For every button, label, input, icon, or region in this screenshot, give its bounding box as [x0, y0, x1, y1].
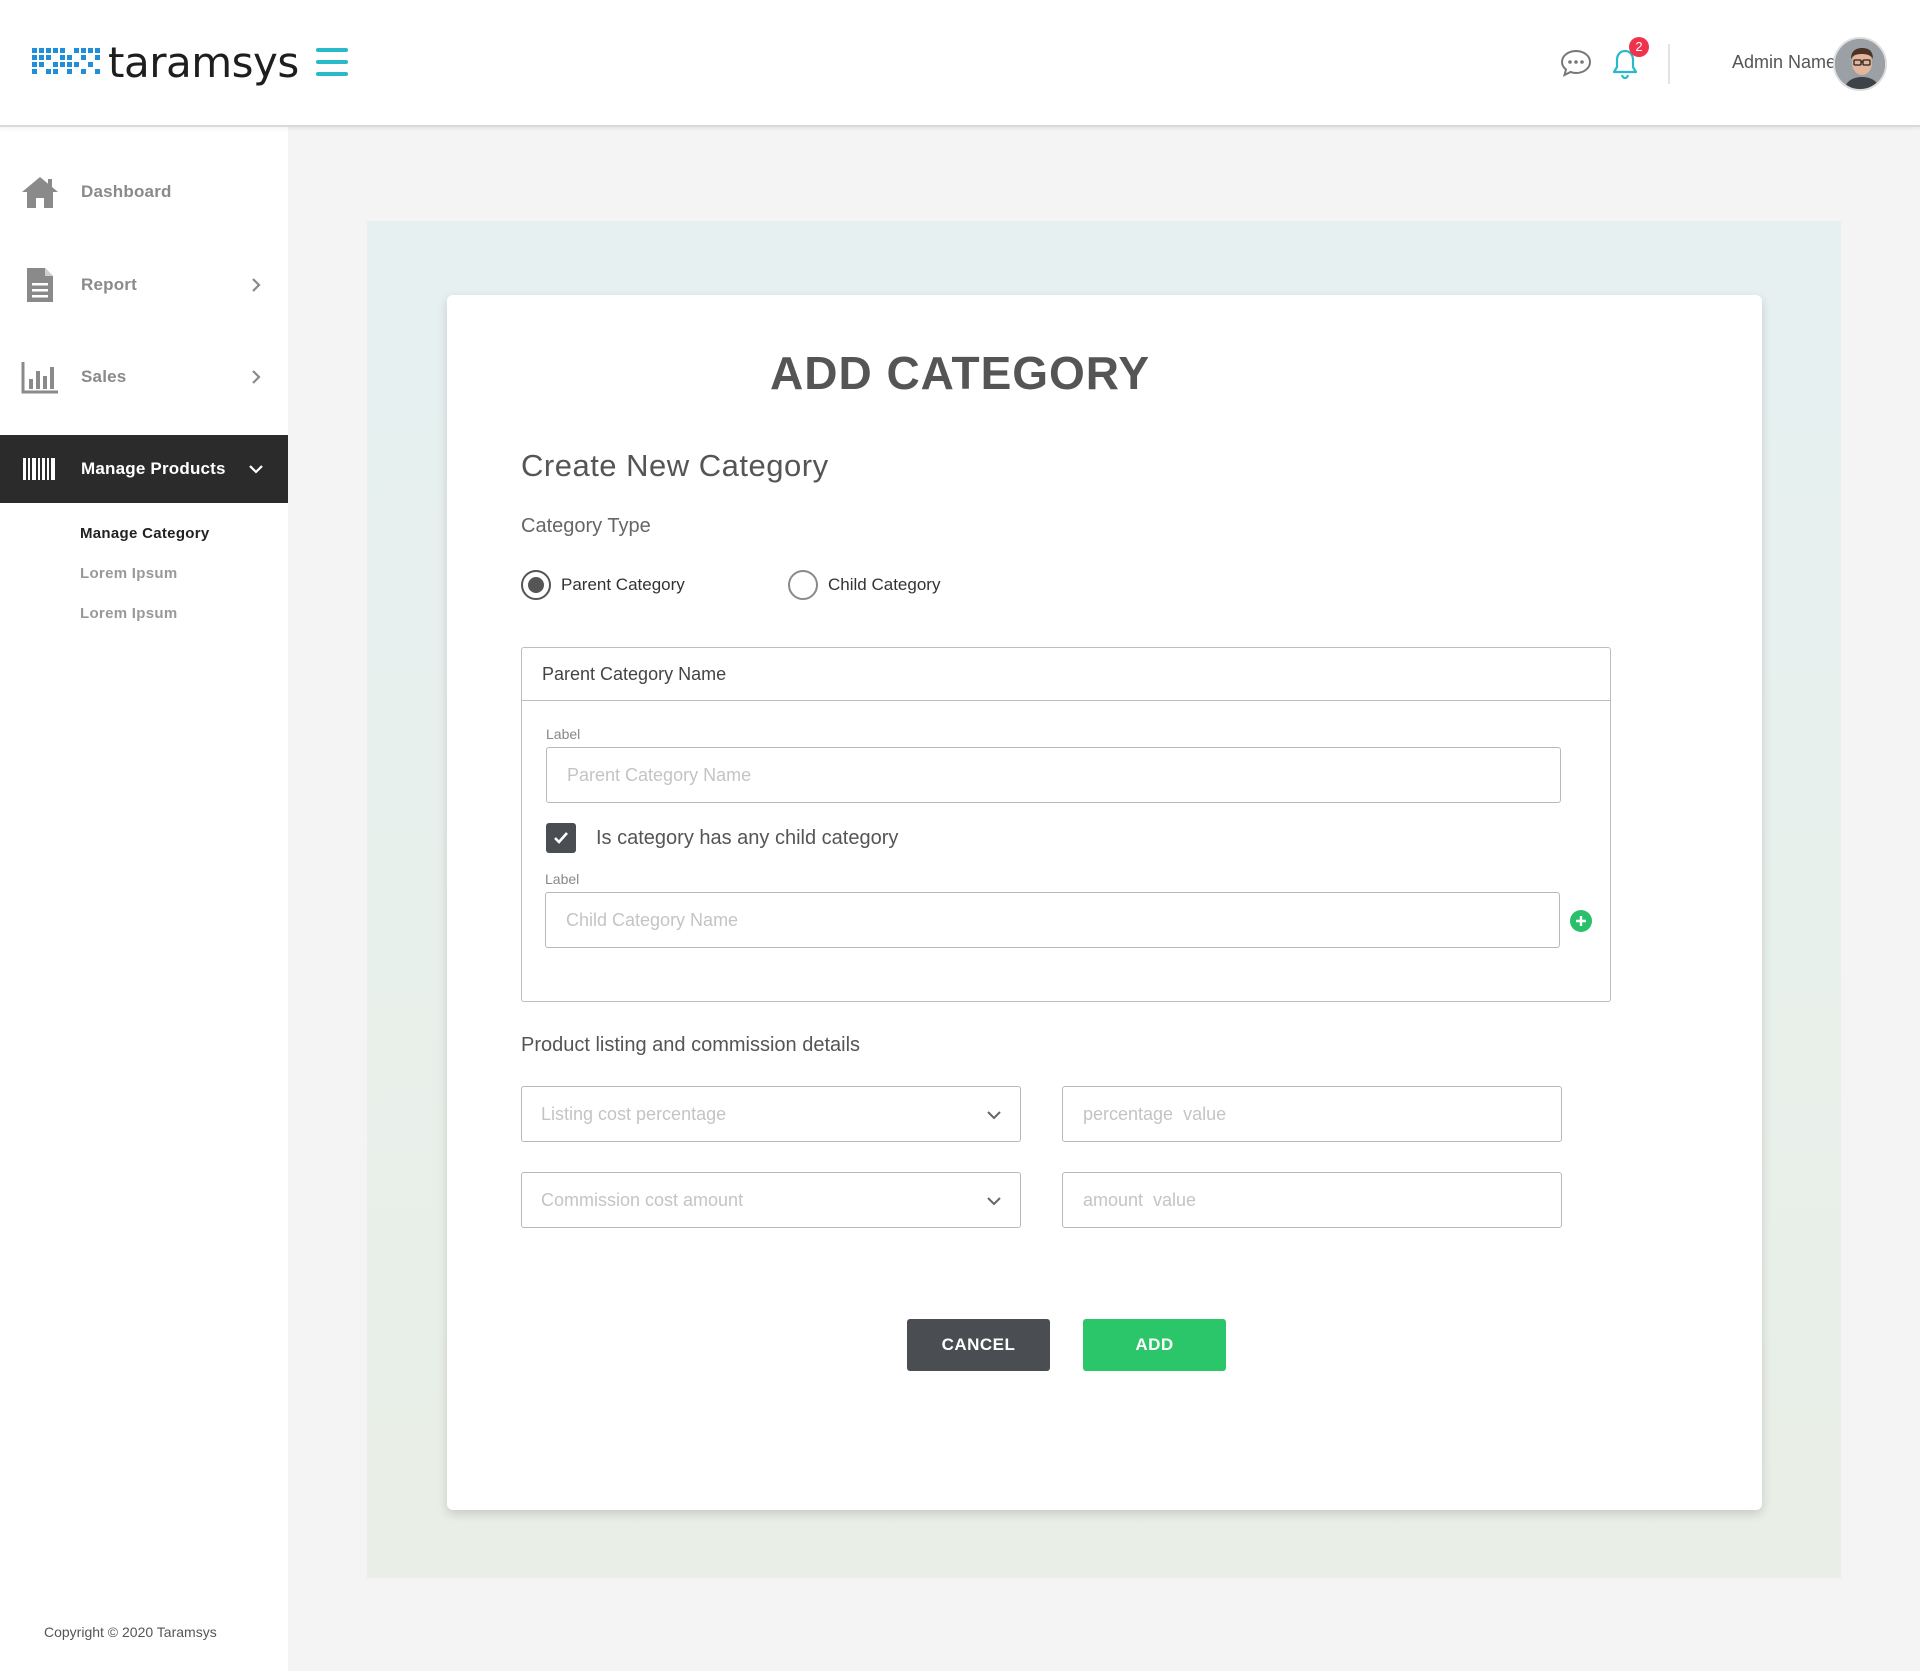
field-label: Label — [546, 726, 581, 742]
amount-value-input[interactable] — [1062, 1172, 1562, 1228]
radio-parent-category[interactable]: Parent Category — [521, 570, 685, 600]
select-value: Listing cost percentage — [541, 1104, 727, 1124]
has-child-checkbox[interactable] — [546, 823, 576, 853]
form-subtitle: Create New Category — [521, 448, 829, 483]
commission-cost-select[interactable]: Commission cost amount — [521, 1172, 1021, 1228]
header-divider — [1668, 44, 1670, 84]
chevron-down-icon — [987, 1197, 1001, 1206]
child-category-name-input[interactable] — [545, 892, 1560, 948]
radio-label: Parent Category — [561, 575, 685, 594]
sidebar-item-report[interactable]: Report — [0, 251, 288, 319]
check-icon — [554, 832, 568, 844]
page-title: ADD CATEGORY — [770, 347, 1150, 399]
hamburger-bar — [316, 60, 348, 64]
hamburger-bar — [316, 72, 348, 76]
notification-badge: 2 — [1629, 37, 1649, 57]
avatar-image-icon — [1835, 39, 1885, 89]
sidebar-item-dashboard[interactable]: Dashboard — [0, 158, 288, 226]
menu-toggle-button[interactable] — [316, 48, 348, 76]
listing-cost-select[interactable]: Listing cost percentage — [521, 1086, 1021, 1142]
radio-dot — [528, 577, 544, 593]
sidebar-item-label: Dashboard — [81, 182, 172, 201]
cancel-button[interactable]: CANCEL — [907, 1319, 1050, 1371]
copyright-text: Copyright © 2020 Taramsys — [44, 1624, 217, 1640]
chevron-down-icon — [249, 465, 263, 474]
listing-section-title: Product listing and commission details — [521, 1034, 861, 1056]
chevron-right-icon — [252, 278, 261, 292]
radio-circle-selected — [521, 570, 551, 600]
document-icon — [27, 268, 53, 302]
field-label: Label — [545, 871, 580, 887]
avatar[interactable] — [1833, 37, 1887, 91]
select-value: Commission cost amount — [541, 1190, 744, 1210]
parent-category-section: Parent Category Name — [521, 647, 1611, 1002]
radio-child-category[interactable]: Child Category — [788, 570, 940, 600]
add-child-category-button[interactable] — [1570, 910, 1592, 932]
add-button[interactable]: ADD — [1083, 1319, 1226, 1371]
sidebar-subitem-lorem-1[interactable]: Lorem Ipsum — [80, 565, 177, 582]
radio-label: Child Category — [828, 575, 941, 594]
sidebar-subitem-lorem-2[interactable]: Lorem Ipsum — [80, 605, 177, 622]
sidebar-item-label: Report — [81, 275, 137, 294]
category-type-label: Category Type — [521, 515, 651, 537]
logo-text: taramsys — [108, 38, 299, 87]
parent-category-name-input[interactable] — [546, 747, 1561, 803]
chevron-down-icon — [987, 1111, 1001, 1120]
top-header: taramsys 2 Admin Name — [0, 0, 1920, 127]
admin-name[interactable]: Admin Name — [1700, 52, 1836, 73]
home-icon — [22, 177, 58, 208]
barcode-icon — [23, 458, 55, 480]
radio-circle — [788, 570, 818, 600]
sidebar-item-manage-products[interactable]: Manage Products — [0, 435, 288, 503]
sidebar-item-label: Manage Products — [81, 459, 226, 478]
logo-mark-icon — [32, 48, 100, 74]
sidebar-subitem-manage-category[interactable]: Manage Category — [80, 525, 210, 542]
hamburger-bar — [316, 48, 348, 52]
logo[interactable]: taramsys — [32, 38, 299, 88]
percentage-value-input[interactable] — [1062, 1086, 1562, 1142]
plus-icon — [1576, 916, 1586, 926]
section-title: Parent Category Name — [522, 648, 1610, 701]
checkbox-label: Is category has any child category — [596, 827, 899, 849]
chat-icon[interactable] — [1560, 48, 1592, 78]
